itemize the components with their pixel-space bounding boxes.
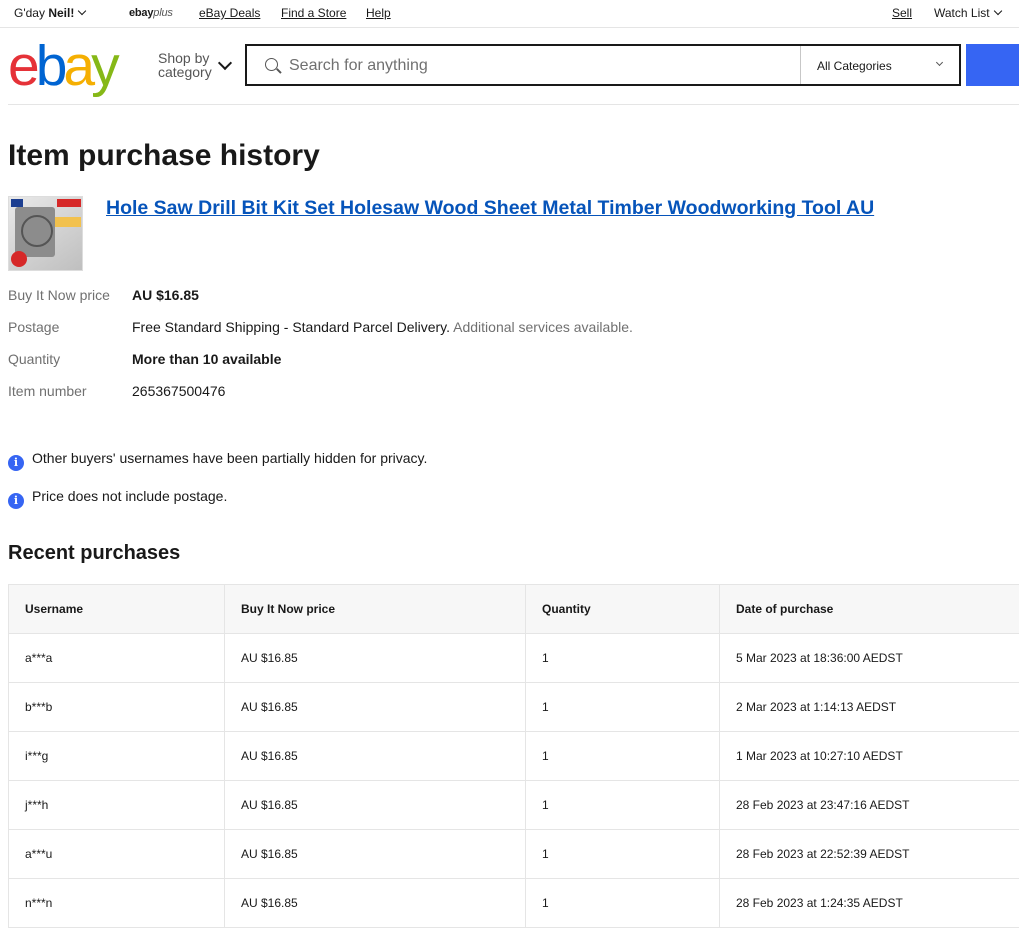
notice-text: Other buyers' usernames have been partia… <box>32 450 427 466</box>
cell-quantity: 1 <box>526 634 720 683</box>
purchases-table: Username Buy It Now price Quantity Date … <box>8 584 1019 928</box>
table-row: a***u AU $16.85 1 28 Feb 2023 at 22:52:3… <box>9 830 1019 879</box>
search-bar: All Categories <box>245 44 961 86</box>
case-graphic <box>15 207 55 257</box>
cell-username: j***h <box>9 781 225 830</box>
watch-list-menu[interactable]: Watch List <box>934 6 1001 20</box>
chevron-down-icon <box>78 7 86 15</box>
cell-date: 28 Feb 2023 at 1:24:35 AEDST <box>720 879 1019 928</box>
cell-username: a***u <box>9 830 225 879</box>
size-banner-graphic <box>53 217 81 227</box>
category-select-value: All Categories <box>817 59 892 73</box>
category-select[interactable]: All Categories <box>800 46 960 84</box>
cell-date: 28 Feb 2023 at 22:52:39 AEDST <box>720 830 1019 879</box>
detail-value: AU $16.85 <box>132 287 199 303</box>
privacy-notice: i Other buyers' usernames have been parti… <box>8 450 427 471</box>
recent-purchases-heading: Recent purchases <box>8 540 180 566</box>
chevron-down-icon <box>993 7 1001 15</box>
shop-by-category-button[interactable]: Shop by category <box>158 51 212 79</box>
header-divider <box>8 104 1019 105</box>
detail-value: More than 10 available <box>132 351 281 367</box>
shop-by-line2: category <box>158 65 212 79</box>
cell-price: AU $16.85 <box>225 781 526 830</box>
post-label-graphic <box>57 199 81 207</box>
column-header-price: Buy It Now price <box>225 585 526 634</box>
cell-date: 1 Mar 2023 at 10:27:10 AEDST <box>720 732 1019 781</box>
ebay-deals-link[interactable]: eBay Deals <box>199 6 260 20</box>
cell-quantity: 1 <box>526 781 720 830</box>
ebayplus-logo-plus: plus <box>153 7 172 19</box>
help-link[interactable]: Help <box>366 6 391 20</box>
ebayplus-logo-ebay: ebay <box>129 7 153 19</box>
column-header-username: Username <box>9 585 225 634</box>
table-row: n***n AU $16.85 1 28 Feb 2023 at 1:24:35… <box>9 879 1019 928</box>
cell-quantity: 1 <box>526 830 720 879</box>
cell-quantity: 1 <box>526 683 720 732</box>
item-title-link[interactable]: Hole Saw Drill Bit Kit Set Holesaw Wood … <box>106 197 874 220</box>
item-thumbnail[interactable] <box>8 196 83 271</box>
cell-username: b***b <box>9 683 225 732</box>
table-row: j***h AU $16.85 1 28 Feb 2023 at 23:47:1… <box>9 781 1019 830</box>
count-badge <box>11 251 27 267</box>
greeting-menu[interactable]: G'day Neil! <box>14 6 85 20</box>
chevron-down-icon[interactable] <box>218 56 232 70</box>
cell-quantity: 1 <box>526 732 720 781</box>
detail-label: Postage <box>8 319 59 335</box>
info-icon: i <box>8 493 24 509</box>
cell-quantity: 1 <box>526 879 720 928</box>
cell-price: AU $16.85 <box>225 732 526 781</box>
notice-text: Price does not include postage. <box>32 488 227 504</box>
cell-date: 28 Feb 2023 at 23:47:16 AEDST <box>720 781 1019 830</box>
cell-date: 5 Mar 2023 at 18:36:00 AEDST <box>720 634 1019 683</box>
search-input[interactable] <box>287 54 791 78</box>
top-bar: G'day Neil! ebayplus eBay Deals Find a S… <box>0 0 1019 28</box>
detail-value: Free Standard Shipping - Standard Parcel… <box>132 319 450 335</box>
detail-extra: Additional services available. <box>453 319 633 335</box>
ebay-logo[interactable]: ebay <box>8 36 116 96</box>
find-store-link[interactable]: Find a Store <box>281 6 346 20</box>
detail-label: Item number <box>8 383 87 399</box>
detail-label: Buy It Now price <box>8 287 110 303</box>
ebay-plus-link[interactable]: ebayplus <box>129 7 173 19</box>
logo-letter-a: a <box>63 34 91 98</box>
detail-label: Quantity <box>8 351 60 367</box>
shop-by-line1: Shop by <box>158 51 212 65</box>
logo-letter-b: b <box>36 34 64 98</box>
cell-date: 2 Mar 2023 at 1:14:13 AEDST <box>720 683 1019 732</box>
column-header-quantity: Quantity <box>526 585 720 634</box>
column-header-date: Date of purchase <box>720 585 1019 634</box>
cell-price: AU $16.85 <box>225 634 526 683</box>
search-button[interactable] <box>966 44 1019 86</box>
detail-value: 265367500476 <box>132 383 225 399</box>
cell-price: AU $16.85 <box>225 879 526 928</box>
logo-letter-e: e <box>8 34 36 98</box>
postage-notice: i Price does not include postage. <box>8 488 227 509</box>
logo-letter-y: y <box>91 34 116 98</box>
page-title: Item purchase history <box>8 138 320 174</box>
info-icon: i <box>8 455 24 471</box>
table-row: a***a AU $16.85 1 5 Mar 2023 at 18:36:00… <box>9 634 1019 683</box>
watch-list-label: Watch List <box>934 6 990 20</box>
cell-username: n***n <box>9 879 225 928</box>
cell-username: i***g <box>9 732 225 781</box>
greeting-name: Neil! <box>48 6 74 20</box>
cell-username: a***a <box>9 634 225 683</box>
cell-price: AU $16.85 <box>225 683 526 732</box>
greeting-prefix: G'day <box>14 6 45 20</box>
chevron-down-icon <box>936 59 943 66</box>
table-header-row: Username Buy It Now price Quantity Date … <box>9 585 1019 634</box>
flag-graphic <box>11 199 23 207</box>
table-row: b***b AU $16.85 1 2 Mar 2023 at 1:14:13 … <box>9 683 1019 732</box>
search-icon <box>265 58 278 71</box>
sell-link[interactable]: Sell <box>892 6 912 20</box>
table-row: i***g AU $16.85 1 1 Mar 2023 at 10:27:10… <box>9 732 1019 781</box>
cell-price: AU $16.85 <box>225 830 526 879</box>
